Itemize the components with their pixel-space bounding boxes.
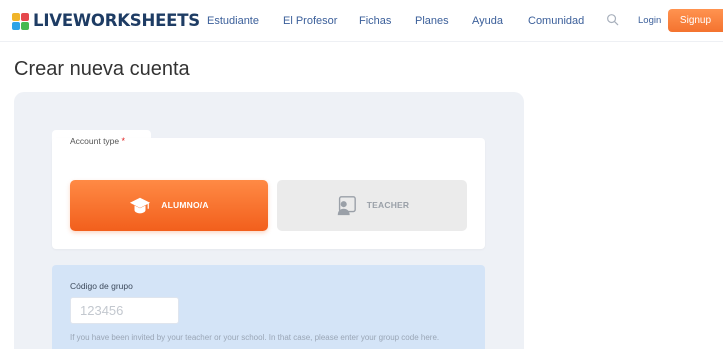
alumno-option-label: ALUMNO/A: [161, 200, 209, 210]
nav-item-estudiante[interactable]: Estudiante: [207, 14, 259, 28]
group-code-input[interactable]: [70, 297, 179, 324]
nav-item-comunidad[interactable]: Comunidad: [528, 14, 584, 28]
account-type-label-text: Account type: [70, 136, 120, 146]
logo-text: LIVEWORKSHEETS: [33, 11, 200, 30]
nav-item-planes[interactable]: Planes: [415, 14, 449, 28]
group-code-help-text: If you have been invited by your teacher…: [70, 333, 440, 342]
graduation-cap-icon: [130, 197, 151, 213]
login-link[interactable]: Login: [638, 15, 661, 27]
site-logo[interactable]: LIVEWORKSHEETS: [12, 11, 200, 31]
logo-icon: [12, 12, 29, 30]
teacher-option-button[interactable]: TEACHER: [277, 180, 467, 231]
signup-button[interactable]: Signup: [668, 9, 723, 32]
group-code-label: Código de grupo: [70, 281, 133, 291]
search-icon[interactable]: [606, 13, 619, 26]
top-navbar: LIVEWORKSHEETS Estudiante El Profesor Fi…: [0, 0, 723, 42]
alumno-option-button[interactable]: ALUMNO/A: [70, 180, 268, 231]
required-marker: *: [121, 136, 126, 146]
nav-item-el-profesor[interactable]: El Profesor: [283, 14, 337, 28]
nav-item-fichas[interactable]: Fichas: [359, 14, 391, 28]
teacher-option-label: TEACHER: [366, 200, 410, 210]
nav-item-ayuda[interactable]: Ayuda: [472, 14, 503, 28]
page-title: Crear nueva cuenta: [14, 58, 190, 80]
teacher-icon: [337, 195, 356, 215]
account-type-label: Account type *: [70, 136, 125, 147]
